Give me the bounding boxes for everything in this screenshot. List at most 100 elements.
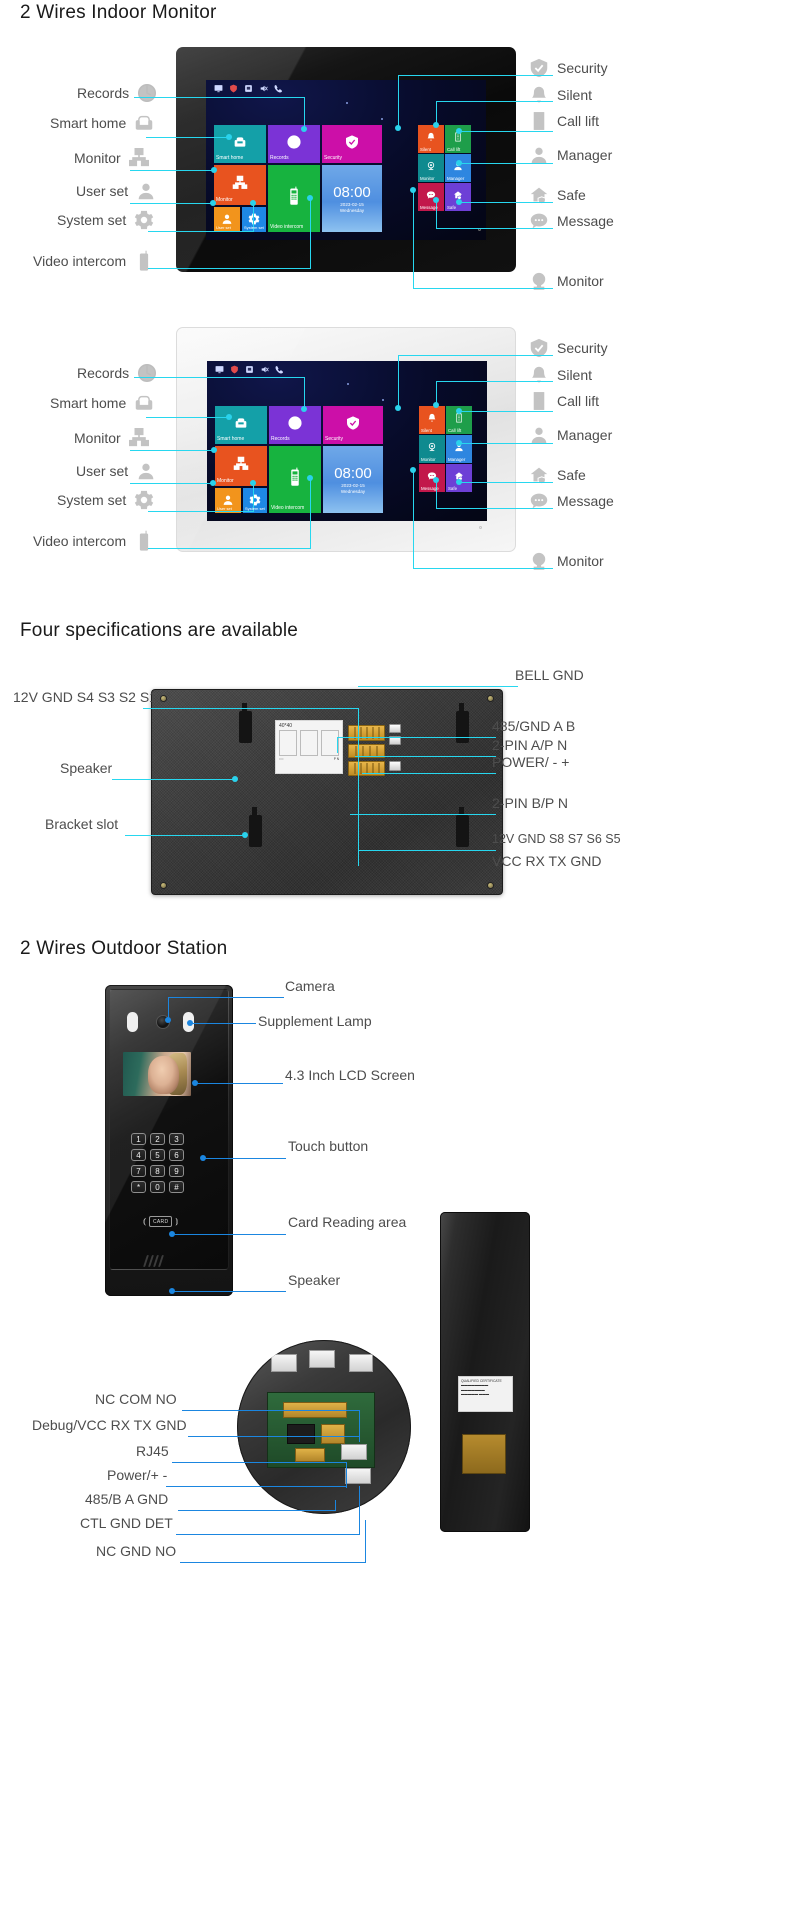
- tile-smart-home[interactable]: Smart home: [215, 406, 267, 444]
- side-tile-label: Call lift: [448, 427, 462, 433]
- label-video-intercom-black: Video intercom: [33, 250, 155, 272]
- tile-security[interactable]: Security: [322, 125, 382, 163]
- label-2pin-bp-n: 2-PIN B/P N: [492, 795, 568, 811]
- wave-left-icon: ⦅: [143, 1216, 146, 1226]
- spec-sticker: 40*40 ▫▫▫▫ P N: [275, 720, 343, 774]
- tile-user-set[interactable]: User set: [214, 207, 240, 232]
- key-5[interactable]: 5: [150, 1149, 165, 1161]
- side-tile-message[interactable]: Message: [418, 183, 444, 211]
- side-tile-safe[interactable]: Safe: [445, 183, 471, 211]
- tile-monitor[interactable]: Monitor: [215, 446, 267, 486]
- label-monitor-white: Monitor: [74, 427, 150, 449]
- status-bar: [214, 84, 283, 93]
- tile-monitor[interactable]: Monitor: [214, 165, 266, 205]
- pcb-chip: [287, 1424, 315, 1444]
- pcb-connector-debug: [309, 1350, 335, 1368]
- monitor-icon: [215, 366, 224, 374]
- tile-label: User set: [217, 506, 232, 511]
- indoor-monitor-white: Smart home Records Security Monitor 08:0…: [176, 327, 516, 552]
- phone-icon: [275, 366, 283, 374]
- side-tile-label: Safe: [448, 485, 458, 491]
- tile-label: Records: [270, 155, 289, 161]
- key-8[interactable]: 8: [150, 1165, 165, 1177]
- sofa-icon: [234, 137, 246, 148]
- label-12v-gnd-s4: 12V GND S4 S3 S2 S1: [13, 689, 157, 705]
- label-speaker-outdoor: Speaker: [288, 1272, 341, 1288]
- tile-clock[interactable]: 08:00 2023-02-15 Wednesday: [323, 446, 383, 513]
- sdcard-icon: [245, 85, 252, 92]
- tile-video-intercom[interactable]: Video intercom: [269, 446, 321, 513]
- tile-smart-home[interactable]: Smart home: [214, 125, 266, 163]
- side-tile-silent[interactable]: Silent: [418, 125, 444, 153]
- clock-time: 08:00: [334, 464, 372, 482]
- monitor-icon: [214, 85, 223, 93]
- key-9[interactable]: 9: [169, 1165, 184, 1177]
- infographic-page: 2 Wires Indoor Monitor Smart home Record…: [0, 0, 800, 1911]
- label-speaker-back: Speaker: [60, 760, 113, 776]
- key-hash[interactable]: #: [169, 1181, 184, 1193]
- label-call-lift-white: Call lift: [528, 390, 599, 412]
- side-tile-label: Safe: [447, 204, 457, 210]
- tile-system-set[interactable]: System set: [243, 488, 267, 513]
- key-2[interactable]: 2: [150, 1133, 165, 1145]
- key-3[interactable]: 3: [169, 1133, 184, 1145]
- network-icon: [128, 148, 149, 167]
- shield-icon: [231, 365, 238, 374]
- phone-icon: [274, 85, 282, 93]
- label-system-set-white: System set: [57, 489, 155, 511]
- clock-icon: [288, 416, 302, 431]
- label-smart-home-white: Smart home: [50, 392, 155, 414]
- key-6[interactable]: 6: [169, 1149, 184, 1161]
- tile-clock[interactable]: 08:00 2023-02-15 Wednesday: [322, 165, 382, 232]
- tile-user-set[interactable]: User set: [215, 488, 241, 513]
- bell-icon: [532, 86, 546, 103]
- gear-icon: [249, 494, 261, 505]
- sticker-diagram: [279, 730, 339, 757]
- handset-icon: [291, 467, 299, 486]
- side-tile-message[interactable]: Message: [419, 464, 445, 492]
- tile-label: User set: [216, 225, 231, 230]
- clock-icon: [138, 83, 157, 103]
- side-tile-monitor[interactable]: Monitor: [418, 154, 444, 182]
- tile-records[interactable]: Records: [268, 125, 320, 163]
- network-icon: [232, 176, 248, 190]
- side-tile-silent[interactable]: Silent: [419, 406, 445, 434]
- label-silent-white: Silent: [528, 364, 592, 386]
- label-camera: Camera: [285, 978, 335, 994]
- clock-weekday: Wednesday: [340, 488, 366, 494]
- side-tile-safe[interactable]: Safe: [446, 464, 472, 492]
- side-tile-label: Monitor: [421, 456, 436, 462]
- tile-label: Smart home: [217, 436, 245, 442]
- camera-icon: [427, 161, 435, 170]
- pcb-connector-power: [321, 1424, 345, 1444]
- tile-records[interactable]: Records: [269, 406, 321, 444]
- label-nc-com-no: NC COM NO: [95, 1391, 177, 1407]
- bracket-slot-bottom-right: [456, 807, 469, 847]
- sofa-icon: [136, 395, 153, 410]
- side-tile-manager[interactable]: Manager: [445, 154, 471, 182]
- key-7[interactable]: 7: [131, 1165, 146, 1177]
- label-power-outdoor: Power/+ -: [107, 1467, 168, 1483]
- label-monitor-black: Monitor: [74, 147, 150, 169]
- status-bar: [215, 365, 284, 374]
- tile-security[interactable]: Security: [323, 406, 383, 444]
- section-title-specs: Four specifications are available: [20, 620, 299, 641]
- back-panel: 40*40 ▫▫▫▫ P N: [151, 689, 503, 895]
- card-reading-area[interactable]: ⦅ CARD ⦆: [143, 1216, 178, 1227]
- tile-system-set[interactable]: System set: [242, 207, 266, 232]
- gear-icon: [135, 210, 154, 230]
- clock-date: 2023-02-15: [341, 482, 365, 488]
- clock-weekday: Wednesday: [339, 207, 365, 213]
- key-4[interactable]: 4: [131, 1149, 146, 1161]
- mic-indicator: [479, 526, 482, 529]
- clock-date: 2023-02-15: [340, 201, 364, 207]
- keypad[interactable]: 1 2 3 4 5 6 7 8 9 * 0 #: [131, 1133, 184, 1193]
- label-records-white: Records: [77, 362, 158, 384]
- key-star[interactable]: *: [131, 1181, 146, 1193]
- side-tile-monitor[interactable]: Monitor: [419, 435, 445, 463]
- key-0[interactable]: 0: [150, 1181, 165, 1193]
- key-1[interactable]: 1: [131, 1133, 146, 1145]
- elevator-icon: [533, 392, 545, 410]
- label-debug-vcc: Debug/VCC RX TX GND: [32, 1417, 187, 1433]
- elevator-icon: [533, 112, 545, 130]
